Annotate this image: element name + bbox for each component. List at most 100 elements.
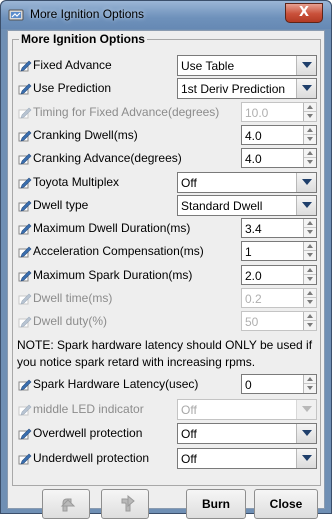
spinner-up-button[interactable]	[304, 375, 316, 384]
option-row: Underdwell protection Off	[13, 447, 320, 469]
option-label: Use Prediction	[33, 81, 112, 96]
option-row: Fixed Advance Use Table	[13, 54, 320, 76]
close-button[interactable]: Close	[254, 489, 318, 519]
dropdown-arrow-button	[296, 399, 316, 419]
dropdown-value: Off	[181, 451, 197, 466]
option-row: Dwell duty(%) 50	[13, 310, 320, 332]
option-label: Spark Hardware Latency(usec)	[33, 377, 199, 391]
dropdown-arrow-button[interactable]	[296, 195, 316, 215]
spinner-value: 0.2	[245, 292, 262, 306]
spinner-value: 50	[245, 315, 259, 330]
option-label: Cranking Dwell(ms)	[33, 127, 138, 142]
dropdown-value: 1st Deriv Prediction	[181, 82, 286, 97]
spinner-down-button	[304, 298, 316, 307]
dropdown-value: Off	[181, 175, 197, 190]
spinner-down-button	[304, 321, 316, 331]
option-spinner: 0.2	[241, 288, 317, 308]
spinner-value[interactable]: 3.4	[245, 222, 262, 236]
option-label: Maximum Dwell Duration(ms)	[33, 221, 191, 236]
spinner-down-button[interactable]	[304, 384, 316, 393]
window-close-button[interactable]: X	[285, 3, 323, 23]
undo-arrow-icon	[60, 498, 76, 512]
option-dropdown[interactable]: Off	[177, 423, 317, 444]
dropdown-arrow-button[interactable]	[296, 79, 316, 99]
spinner-buttons	[303, 219, 316, 238]
arrow-up-icon	[307, 244, 313, 249]
option-label: Timing for Fixed Advance(degrees)	[33, 104, 220, 119]
edit-pencil-icon	[18, 60, 32, 72]
option-dropdown[interactable]: Off	[177, 447, 317, 469]
arrow-up-icon	[307, 267, 313, 272]
spinner-down-button[interactable]	[304, 228, 316, 238]
option-spinner[interactable]: 4.0	[241, 124, 317, 145]
option-row: Maximum Spark Duration(ms) 2.0	[13, 264, 320, 286]
option-row: Cranking Advance(degrees) 4.0	[13, 147, 320, 169]
dropdown-arrow-button[interactable]	[296, 56, 316, 75]
option-label: Maximum Spark Duration(ms)	[33, 267, 193, 282]
spinner-value[interactable]: 0	[245, 378, 252, 392]
group-title: More Ignition Options	[19, 32, 147, 46]
burn-button[interactable]: Burn	[186, 489, 246, 519]
spinner-up-button[interactable]	[304, 125, 316, 135]
edit-pencil-icon	[18, 404, 32, 415]
edit-pencil-icon	[18, 107, 32, 119]
arrow-down-icon	[307, 323, 313, 328]
spinner-up-button[interactable]	[304, 242, 316, 252]
dropdown-value: Standard Dwell	[181, 198, 263, 213]
option-spinner[interactable]: 0	[241, 374, 317, 394]
arrow-down-icon	[307, 276, 313, 281]
dropdown-arrow-button[interactable]	[296, 424, 316, 443]
option-dropdown[interactable]: Off	[177, 171, 317, 193]
burn-button-label: Burn	[201, 497, 230, 511]
option-dropdown[interactable]: Standard Dwell	[177, 194, 317, 216]
option-spinner: 50	[241, 311, 317, 332]
option-row: Cranking Dwell(ms) 4.0	[13, 124, 320, 146]
option-spinner[interactable]: 4.0	[241, 148, 317, 169]
spinner-up-button	[304, 102, 316, 112]
edit-pencil-icon	[18, 379, 32, 391]
arrow-down-icon	[307, 136, 313, 141]
latency-note: NOTE: Spark hardware latency should ONLY…	[17, 338, 313, 369]
chevron-down-icon	[302, 201, 312, 208]
spinner-value[interactable]: 4.0	[245, 129, 262, 143]
spinner-down-button[interactable]	[304, 134, 316, 144]
spinner-buttons	[303, 149, 316, 168]
undo-button[interactable]	[42, 489, 90, 519]
edit-pencil-icon	[18, 428, 32, 440]
dropdown-value: Off	[181, 402, 197, 417]
spinner-value[interactable]: 4.0	[245, 152, 262, 166]
edit-pencil-icon	[18, 223, 32, 235]
option-label: Dwell time(ms)	[33, 291, 113, 305]
spinner-up-button	[304, 289, 316, 298]
title-bar[interactable]: More Ignition Options X	[1, 1, 331, 29]
spinner-up-button	[304, 312, 316, 322]
spinner-down-button[interactable]	[304, 274, 316, 284]
option-dropdown[interactable]: Use Table	[177, 55, 317, 76]
spinner-up-button[interactable]	[304, 219, 316, 229]
option-label: Underdwell protection	[33, 450, 150, 465]
option-spinner[interactable]: 3.4	[241, 218, 317, 239]
chevron-down-icon	[302, 405, 312, 412]
option-row: Use Prediction 1st Deriv Prediction	[13, 77, 320, 100]
option-dropdown[interactable]: 1st Deriv Prediction	[177, 78, 317, 100]
option-spinner[interactable]: 1	[241, 241, 317, 262]
option-label: Overdwell protection	[33, 426, 143, 440]
arrow-down-icon	[307, 300, 313, 304]
spinner-up-button[interactable]	[304, 265, 316, 275]
chevron-down-icon	[302, 178, 312, 185]
redo-button[interactable]	[101, 489, 149, 519]
dialog-body: More Ignition Options Fixed Advance Use T…	[7, 30, 325, 519]
dropdown-arrow-button[interactable]	[296, 172, 316, 192]
edit-pencil-icon	[18, 316, 32, 328]
spinner-buttons	[303, 375, 316, 393]
spinner-down-button[interactable]	[304, 251, 316, 261]
spinner-buttons	[303, 312, 316, 331]
option-label: Acceleration Compensation(ms)	[33, 244, 204, 259]
spinner-value[interactable]: 1	[245, 245, 252, 259]
chevron-down-icon	[302, 430, 312, 436]
dropdown-arrow-button[interactable]	[296, 448, 316, 468]
spinner-up-button[interactable]	[304, 149, 316, 159]
option-spinner[interactable]: 2.0	[241, 264, 317, 285]
spinner-value[interactable]: 2.0	[245, 269, 262, 283]
spinner-down-button[interactable]	[304, 158, 316, 168]
